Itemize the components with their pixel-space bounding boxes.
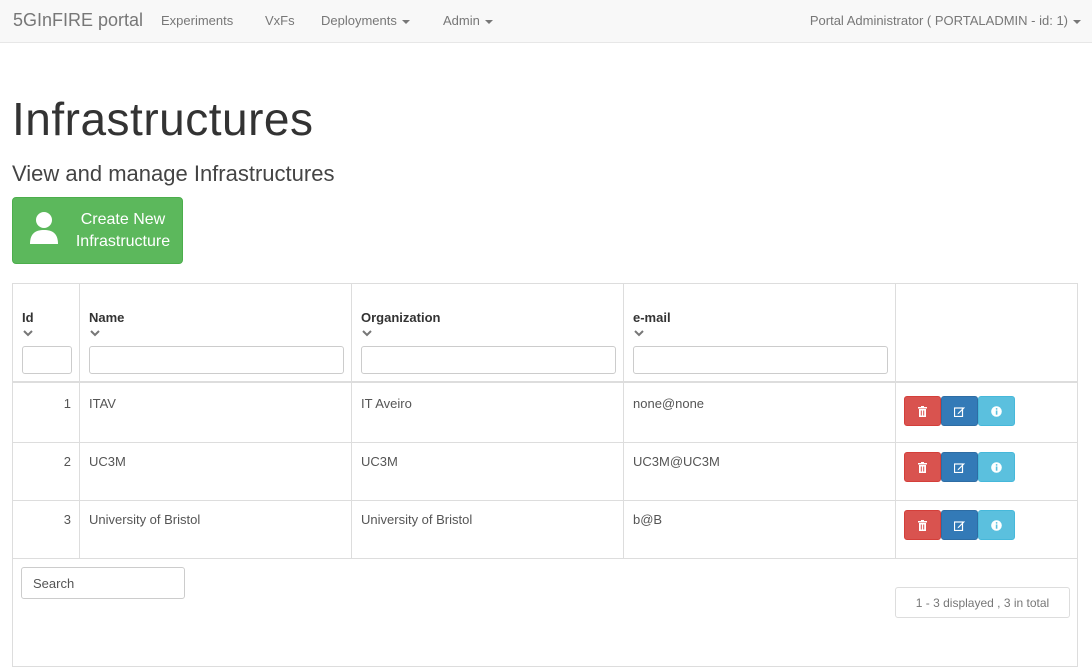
column-divider [623,284,624,558]
nav-deployments-label: Deployments [321,13,397,28]
cell-name: UC3M [89,454,126,469]
edit-icon [954,462,965,473]
edit-button[interactable] [941,396,978,426]
search-input[interactable] [21,567,185,599]
info-button[interactable] [978,510,1015,540]
edit-button[interactable] [941,452,978,482]
cell-id: 2 [63,454,71,469]
info-icon [991,461,1002,473]
create-button-label: Create New Infrastructure [67,209,179,253]
chevron-down-icon[interactable] [23,330,33,337]
chevron-down-icon[interactable] [362,330,372,337]
nav-experiments[interactable]: Experiments [161,13,233,28]
page-subtitle: View and manage Infrastructures [12,161,335,186]
page-title: Infrastructures [12,93,314,145]
cell-id: 3 [63,512,71,527]
create-button-label-line1: Create New [80,211,166,228]
nav-admin-dropdown[interactable]: Admin [443,13,493,28]
caret-down-icon [401,19,410,24]
chevron-down-icon[interactable] [634,330,644,337]
delete-button[interactable] [904,510,941,540]
create-infrastructure-button[interactable]: Create New Infrastructure [12,197,183,264]
cell-email: b@B [633,512,663,527]
info-button[interactable] [978,396,1015,426]
cell-name: ITAV [89,396,116,411]
cell-email: none@none [633,396,705,411]
filter-email-input[interactable] [633,346,888,374]
trash-icon [918,519,927,531]
edit-button[interactable] [941,510,978,540]
user-icon [30,212,58,244]
infrastructures-table: Id Name Organization e-mail 1 ITAV IT Av… [12,283,1078,667]
trash-icon [918,405,927,417]
edit-icon [954,406,965,417]
delete-button[interactable] [904,452,941,482]
chevron-down-icon[interactable] [90,330,100,337]
header-divider [13,381,1077,383]
nav-deployments-dropdown[interactable]: Deployments [321,13,410,28]
user-menu-dropdown[interactable]: Portal Administrator ( PORTALADMIN - id:… [810,13,1081,28]
column-divider [351,284,352,558]
cell-id: 1 [63,396,71,411]
info-button[interactable] [978,452,1015,482]
info-icon [991,519,1002,531]
nav-admin-label: Admin [443,13,480,28]
info-icon [991,405,1002,417]
caret-down-icon [1073,19,1081,24]
trash-icon [918,461,927,473]
filter-organization-input[interactable] [361,346,616,374]
cell-organization: IT Aveiro [361,396,412,411]
row-divider [13,500,1077,501]
filter-name-input[interactable] [89,346,344,374]
top-navbar: 5GInFIRE portal Experiments VxFs Deploym… [0,0,1092,43]
nav-vxfs-label: VxFs [265,13,295,28]
caret-down-icon [484,19,493,24]
pagination-summary: 1 - 3 displayed , 3 in total [895,587,1070,618]
column-divider [895,284,896,558]
cell-organization: University of Bristol [361,512,473,527]
column-header-name[interactable]: Name [89,310,124,325]
filter-id-input[interactable] [22,346,72,374]
column-header-organization[interactable]: Organization [361,310,440,325]
row-divider [13,558,1077,559]
cell-organization: UC3M [361,454,398,469]
column-divider [79,284,80,558]
brand-link[interactable]: 5GInFIRE portal [13,10,143,31]
column-header-id[interactable]: Id [22,310,34,325]
cell-email: UC3M@UC3M [633,454,720,469]
delete-button[interactable] [904,396,941,426]
nav-vxfs[interactable]: VxFs [265,13,295,28]
column-header-email[interactable]: e-mail [633,310,671,325]
cell-name: University of Bristol [89,512,201,527]
nav-experiments-label: Experiments [161,13,234,28]
user-menu-label: Portal Administrator ( PORTALADMIN - id:… [809,13,1068,28]
row-divider [13,442,1077,443]
create-button-label-line2: Infrastructure [75,233,171,250]
edit-icon [954,520,965,531]
